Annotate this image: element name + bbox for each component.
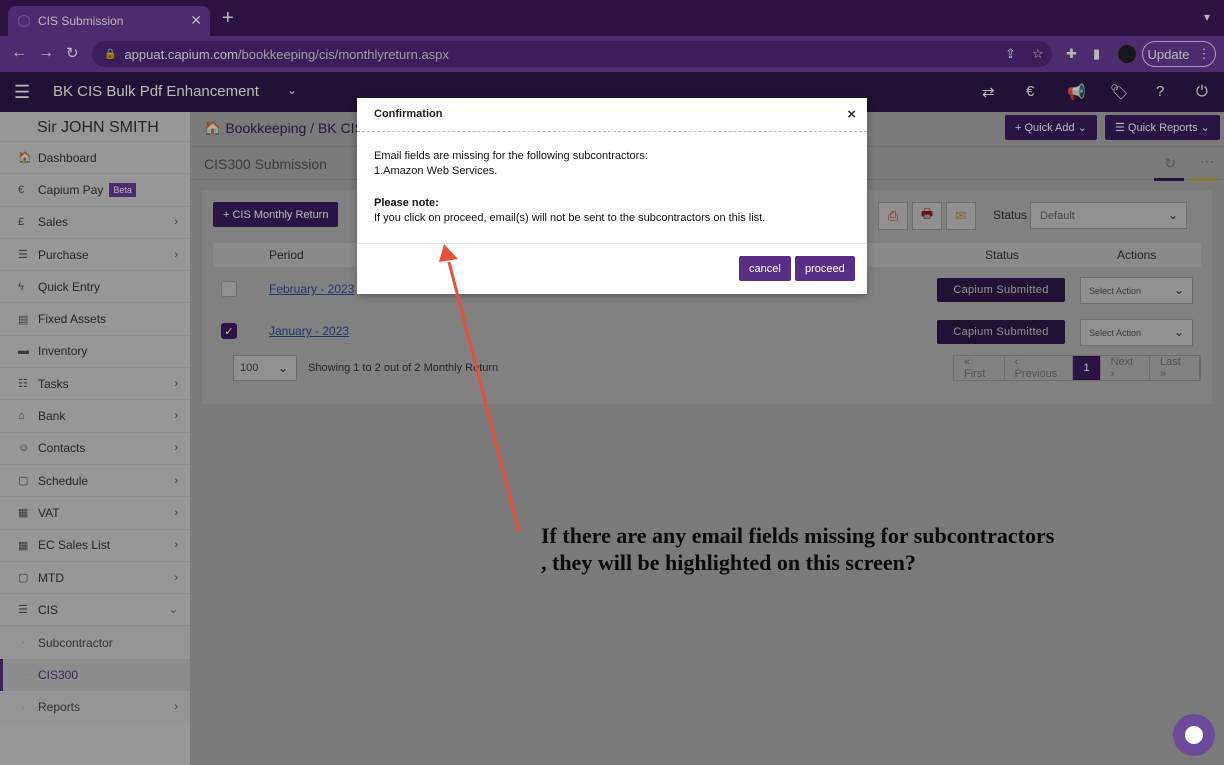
annotation-text: If there are any email fields missing fo… <box>541 523 1055 575</box>
chat-widget-icon <box>1185 726 1203 744</box>
annotation-arrow-line <box>447 261 521 533</box>
annotation-arrow-head <box>439 244 458 262</box>
chat-widget-button[interactable] <box>1173 714 1215 756</box>
annotation-arrow <box>439 244 521 533</box>
